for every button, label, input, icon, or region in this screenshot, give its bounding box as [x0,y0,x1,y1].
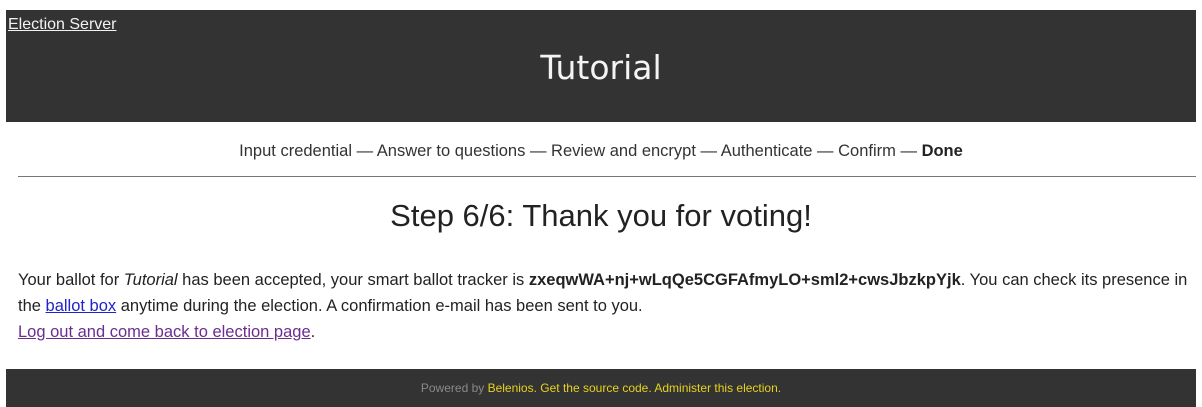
progress-steps: Input credential — Answer to questions —… [6,142,1196,161]
message-text: has been accepted, your smart ballot tra… [177,271,529,289]
administer-election-link[interactable]: Administer this election [654,381,777,395]
header-bar: Election Server Tutorial [6,10,1196,122]
step-authenticate: Authenticate [720,142,813,160]
step-input-credential: Input credential [239,142,352,160]
message-text: . [310,323,316,341]
step-review-encrypt: Review and encrypt [551,142,696,160]
page-title: Tutorial [540,48,662,87]
footer-bar: Powered by Belenios. Get the source code… [6,369,1196,407]
step-confirm: Confirm [838,142,896,160]
message-text: anytime during the election. A confirmat… [116,297,643,315]
step-done-current: Done [921,142,963,160]
step-separator: — [525,142,552,160]
ballot-tracker: zxeqwWA+nj+wLqQe5CGFAfmyLO+sml2+cwsJbzkp… [528,271,961,289]
step-separator: — [695,142,721,160]
election-server-link[interactable]: Election Server [8,16,117,34]
step-answer-questions: Answer to questions [376,142,526,160]
divider [18,176,1196,177]
step-separator: — [895,142,922,160]
confirmation-message: Your ballot for Tutorial has been accept… [18,267,1193,345]
ballot-box-link[interactable]: ballot box [46,297,117,315]
step-separator: — [352,142,377,160]
belenios-link[interactable]: Belenios [488,381,534,395]
logout-link[interactable]: Log out and come back to election page [18,323,311,341]
election-name: Tutorial [123,271,178,289]
message-text: Your ballot for [18,271,124,289]
footer-separator: . [777,381,782,395]
step-separator: — [812,142,839,160]
footer-text: Powered by [420,381,488,395]
step-heading: Step 6/6: Thank you for voting! [390,198,812,233]
source-code-link[interactable]: Get the source code [540,381,648,395]
